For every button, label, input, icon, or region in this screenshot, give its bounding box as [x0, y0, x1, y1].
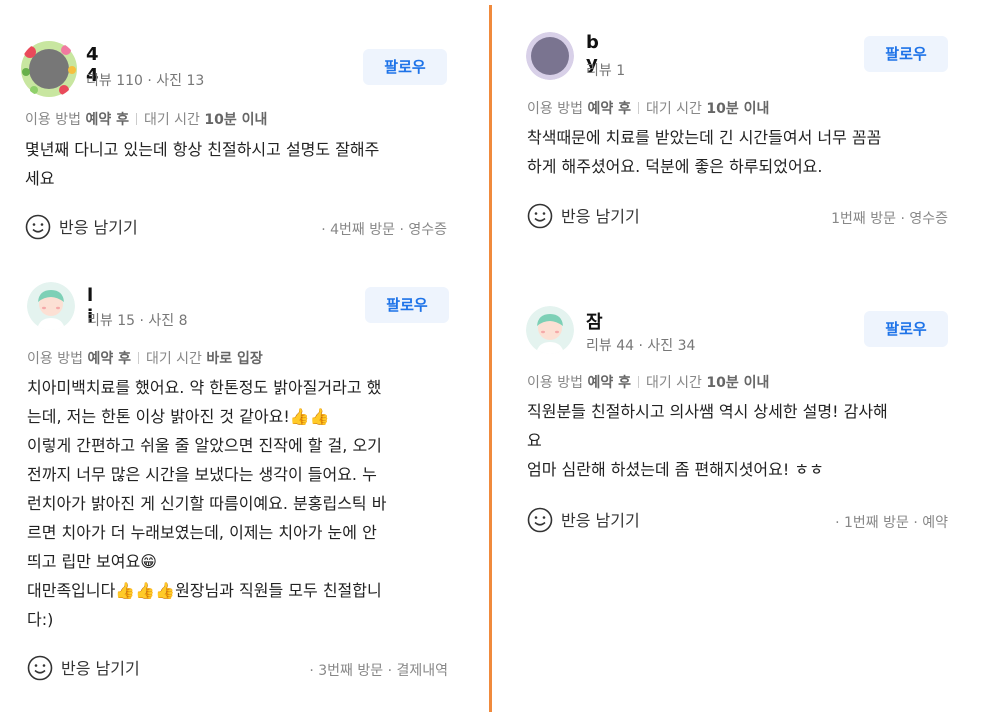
follow-button[interactable]: 팔로우 [864, 311, 948, 347]
visit-count: · 1번째 방문 · 예약 [835, 515, 948, 531]
avatar[interactable] [526, 32, 574, 80]
smile-icon [27, 655, 53, 681]
reviewer-meta: 리뷰 44 · 사진 34 [586, 338, 696, 354]
visit-count: 1번째 방문 · 영수증 [831, 211, 948, 227]
column-divider [489, 5, 492, 712]
smile-icon [527, 507, 553, 533]
follow-button[interactable]: 팔로우 [363, 49, 447, 85]
review-text: 직원분들 친절하시고 의사쌤 역시 상세한 설명! 감사해 요 엄마 심란해 하… [527, 402, 888, 479]
review-text: 착색때문에 치료를 받았는데 긴 시간들여서 너무 꼼꼼 하게 해주셨어요. 덕… [527, 128, 882, 176]
visit-info: 이용 방법 예약 후 대기 시간 10분 이내 [25, 112, 268, 128]
visit-info: 이용 방법 예약 후 대기 시간 10분 이내 [527, 375, 770, 391]
reviewer-name[interactable]: 잠 [586, 308, 603, 334]
reviewer-meta: 리뷰 15 · 사진 8 [87, 313, 188, 329]
react-button[interactable]: 반응 남기기 [527, 507, 640, 533]
follow-button[interactable]: 팔로우 [365, 287, 449, 323]
avatar[interactable] [526, 306, 574, 354]
follow-button[interactable]: 팔로우 [864, 36, 948, 72]
react-button[interactable]: 반응 남기기 [25, 214, 138, 240]
react-button[interactable]: 반응 남기기 [27, 655, 140, 681]
visit-count: · 4번째 방문 · 영수증 [321, 222, 447, 238]
avatar[interactable] [20, 40, 78, 98]
reviewer-meta: 리뷰 110 · 사진 13 [86, 73, 205, 89]
smile-icon [527, 203, 553, 229]
smile-icon [25, 214, 51, 240]
reviewer-meta: 리뷰 1 [586, 63, 626, 79]
review-text: 치아미백치료를 했어요. 약 한톤정도 밝아질거라고 했 는데, 저는 한톤 이… [27, 378, 387, 629]
review-text: 몇년째 다니고 있는데 항상 친절하시고 설명도 잘해주 세요 [25, 140, 380, 188]
visit-info: 이용 방법 예약 후 대기 시간 10분 이내 [527, 101, 770, 117]
visit-info: 이용 방법 예약 후 대기 시간 바로 입장 [27, 351, 263, 367]
avatar[interactable] [27, 282, 75, 330]
visit-count: · 3번째 방문 · 결제내역 [309, 663, 448, 679]
react-button[interactable]: 반응 남기기 [527, 203, 640, 229]
